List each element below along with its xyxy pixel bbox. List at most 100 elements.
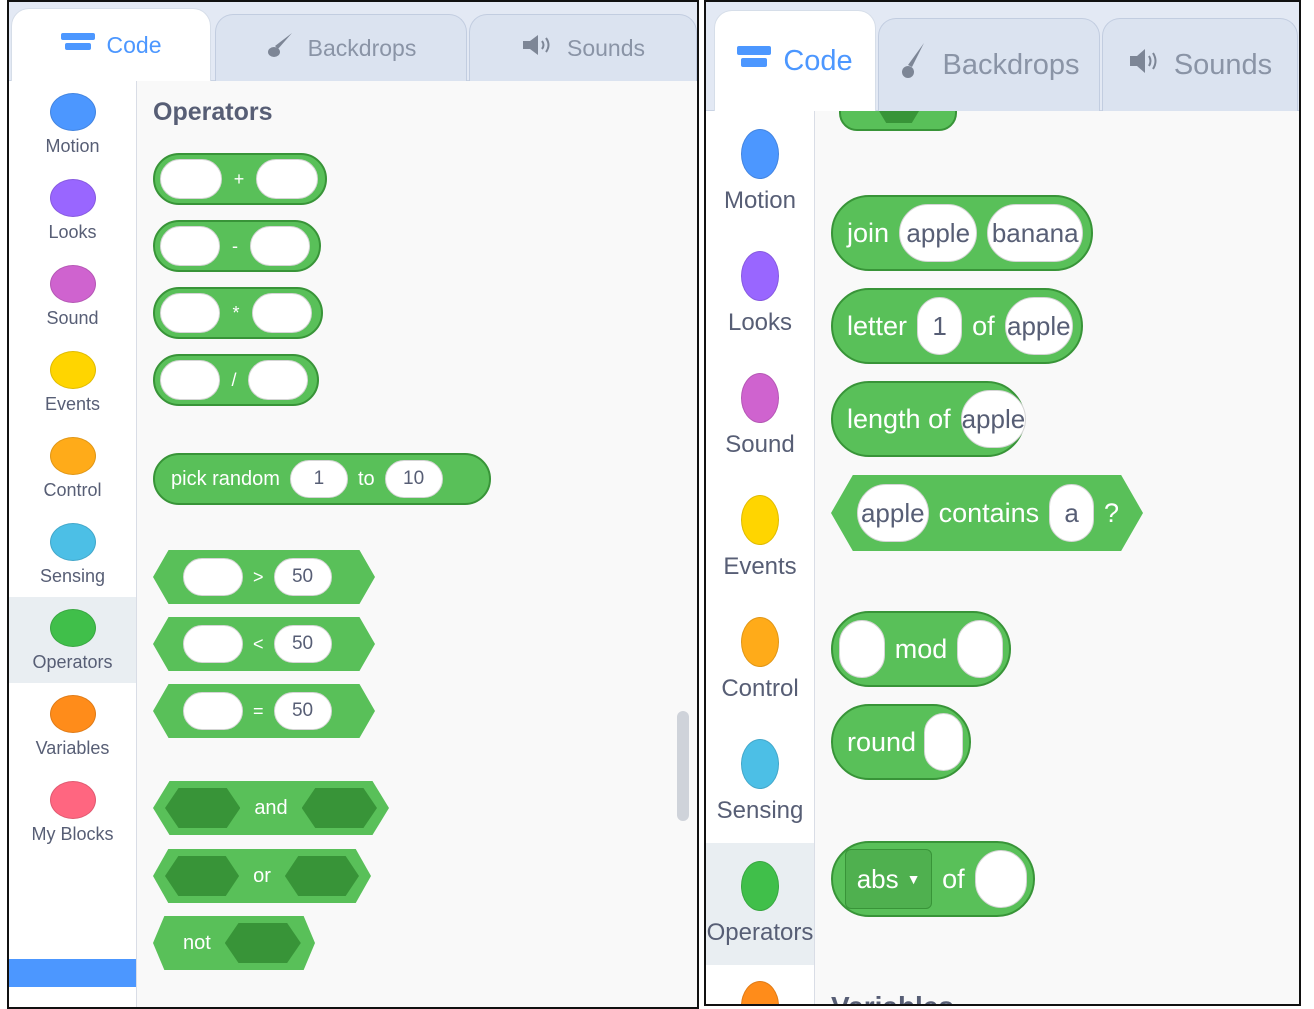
category-looks[interactable]: Looks [706, 233, 814, 355]
pick-random-to-input[interactable]: 10 [384, 460, 443, 498]
round-input-slot[interactable] [924, 713, 963, 771]
mod-left-slot[interactable] [839, 620, 885, 678]
category-variables[interactable]: Variables [9, 683, 136, 769]
and-label: and [254, 796, 288, 819]
or-left-slot[interactable] [165, 856, 240, 896]
category-sound[interactable]: Sound [706, 355, 814, 477]
looks-dot-icon [49, 179, 96, 217]
divide-block[interactable]: / [153, 354, 319, 406]
category-control[interactable]: Control [9, 425, 136, 511]
tab-backdrops[interactable]: Backdrops [215, 14, 467, 81]
control-dot-icon [741, 617, 779, 667]
or-block[interactable]: or [153, 849, 371, 903]
speaker-icon [521, 33, 555, 63]
category-sensing[interactable]: Sensing [706, 721, 814, 843]
add-right-slot[interactable] [256, 159, 318, 199]
category-control[interactable]: Control [706, 599, 814, 721]
subtract-right-slot[interactable] [250, 226, 310, 266]
divide-left-slot[interactable] [160, 360, 220, 400]
category-events[interactable]: Events [706, 477, 814, 599]
equals-operator: = [253, 700, 264, 721]
greater-than-left-slot[interactable] [183, 558, 243, 596]
category-looks-label: Looks [727, 309, 793, 336]
category-sensing-label: Sensing [39, 566, 106, 586]
category-sidebar: Motion Looks Sound Events Control Sensin… [706, 111, 815, 1004]
not-slot[interactable] [224, 923, 301, 963]
tab-backdrops[interactable]: Backdrops [878, 18, 1100, 111]
category-operators[interactable]: Operators [706, 843, 814, 965]
greater-than-right-input[interactable]: 50 [273, 558, 332, 596]
join-second-input[interactable]: banana [987, 204, 1083, 262]
and-left-slot[interactable] [165, 788, 241, 828]
block-palette: Operators + - * / pick random 1 to 10 > … [137, 81, 697, 1007]
letter-of-block[interactable]: letter 1 of apple [831, 288, 1083, 364]
equals-right-input[interactable]: 50 [273, 692, 332, 730]
add-block[interactable]: + [153, 153, 327, 205]
mod-right-slot[interactable] [957, 620, 1003, 678]
category-motion[interactable]: Motion [9, 81, 136, 167]
length-of-label: length of [847, 403, 951, 434]
and-block[interactable]: and [153, 781, 389, 835]
category-looks[interactable]: Looks [9, 167, 136, 253]
less-than-block[interactable]: < 50 [153, 617, 375, 671]
and-right-slot[interactable] [301, 788, 377, 828]
category-sensing[interactable]: Sensing [9, 511, 136, 597]
math-function-block[interactable]: abs ▼ of [831, 841, 1035, 917]
category-motion[interactable]: Motion [706, 111, 814, 233]
multiply-right-slot[interactable] [252, 293, 312, 333]
multiply-operator: * [232, 302, 240, 323]
sensing-dot-icon [741, 739, 779, 789]
category-events[interactable]: Events [9, 339, 136, 425]
multiply-left-slot[interactable] [160, 293, 220, 333]
category-events-label: Events [723, 553, 797, 580]
category-myblocks[interactable]: My Blocks [9, 769, 136, 855]
add-left-slot[interactable] [160, 159, 222, 199]
tab-sounds[interactable]: Sounds [1102, 18, 1298, 111]
tab-code[interactable]: Code [714, 10, 876, 111]
contains-text-input[interactable]: apple [857, 484, 929, 542]
contains-block[interactable]: apple contains a ? [831, 475, 1143, 551]
left-screenshot-panel: Code Backdrops Sounds Motion Looks Sound [7, 0, 699, 1009]
motion-dot-icon [741, 129, 779, 179]
letter-text-input[interactable]: apple [1004, 297, 1073, 355]
length-text-input[interactable]: apple [960, 390, 1027, 448]
equals-left-slot[interactable] [183, 692, 243, 730]
subtract-left-slot[interactable] [160, 226, 220, 266]
round-block[interactable]: round [831, 704, 971, 780]
equals-block[interactable]: = 50 [153, 684, 375, 738]
multiply-block[interactable]: * [153, 287, 323, 339]
greater-than-block[interactable]: > 50 [153, 550, 375, 604]
letter-of-label: of [972, 310, 995, 341]
right-screenshot-panel: Code Backdrops Sounds Motion Looks Sound [704, 0, 1301, 1006]
contains-sub-input[interactable]: a [1049, 484, 1094, 542]
paintbrush-icon [266, 30, 296, 66]
or-right-slot[interactable] [284, 856, 359, 896]
subtract-block[interactable]: - [153, 220, 321, 272]
join-first-input[interactable]: apple [899, 204, 978, 262]
palette-heading-operators: Operators [153, 98, 273, 126]
join-block[interactable]: join apple banana [831, 195, 1093, 271]
category-operators[interactable]: Operators [9, 597, 136, 683]
mod-block[interactable]: mod [831, 611, 1011, 687]
length-of-block[interactable]: length of apple [831, 381, 1027, 457]
pick-random-from-input[interactable]: 1 [289, 460, 348, 498]
letter-index-input[interactable]: 1 [917, 297, 963, 355]
not-block[interactable]: not [153, 916, 315, 970]
tab-sounds[interactable]: Sounds [469, 14, 697, 81]
tab-code-label: Code [106, 31, 162, 58]
tab-code[interactable]: Code [11, 8, 211, 81]
pick-random-block[interactable]: pick random 1 to 10 [153, 453, 491, 505]
palette-scrollbar[interactable] [677, 711, 689, 821]
math-function-input-slot[interactable] [974, 850, 1027, 908]
extension-button-bar[interactable] [9, 959, 136, 987]
speaker-icon [1128, 47, 1162, 83]
less-than-right-input[interactable]: 50 [273, 625, 332, 663]
myblocks-dot-icon [49, 781, 96, 819]
pick-random-to-label: to [357, 467, 375, 490]
less-than-left-slot[interactable] [183, 625, 243, 663]
divide-right-slot[interactable] [248, 360, 308, 400]
math-function-dropdown[interactable]: abs ▼ [845, 849, 933, 909]
category-variables[interactable] [706, 965, 814, 1004]
category-sound[interactable]: Sound [9, 253, 136, 339]
block-palette: join apple banana letter 1 of apple leng… [815, 111, 1299, 1004]
